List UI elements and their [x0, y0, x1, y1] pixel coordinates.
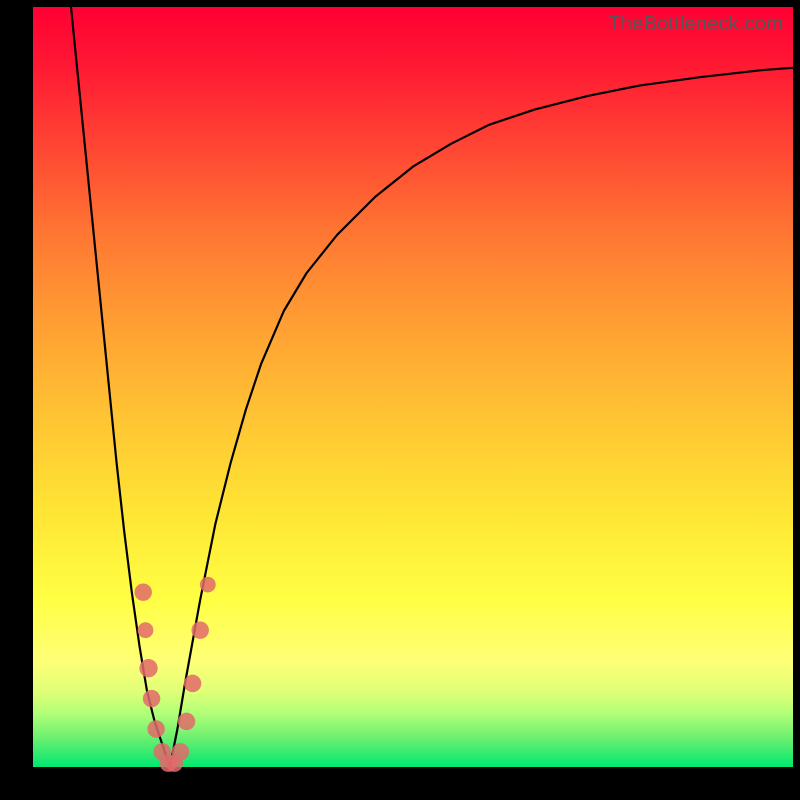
curve-group: [71, 7, 793, 767]
highlight-dot: [134, 583, 151, 600]
highlight-dot: [138, 622, 154, 638]
highlight-dot: [184, 675, 201, 692]
chart-svg: [33, 7, 793, 767]
chart-plot-area: TheBottleneck.com: [33, 7, 793, 767]
highlight-dot: [200, 577, 216, 593]
highlight-dot: [191, 621, 208, 638]
series-right-branch: [170, 68, 793, 767]
highlight-dot: [172, 743, 189, 760]
highlight-dot: [178, 713, 195, 730]
highlight-dot: [143, 690, 160, 707]
highlight-dot: [139, 659, 157, 677]
chart-frame: TheBottleneck.com: [0, 0, 800, 800]
series-left-branch: [71, 7, 170, 767]
highlight-dot: [147, 720, 164, 737]
